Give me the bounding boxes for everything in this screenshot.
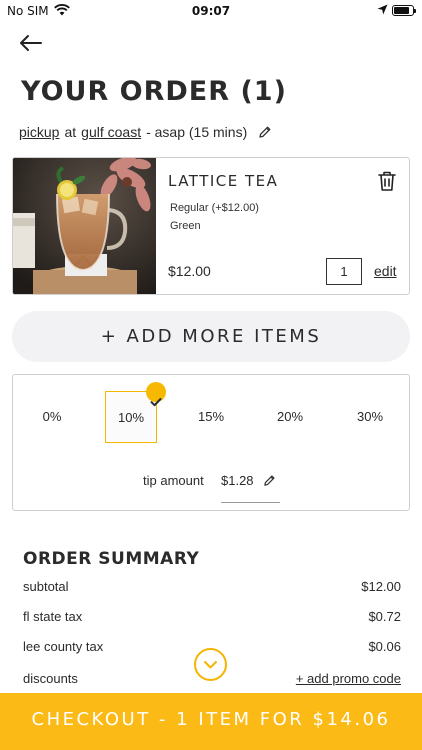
tip-option-20[interactable]: 20%: [264, 391, 316, 443]
order-summary-title: ORDER SUMMARY: [23, 549, 200, 569]
page-title: YOUR ORDER (1): [21, 76, 287, 107]
checkmark-icon: [146, 382, 166, 407]
add-promo-code-link[interactable]: + add promo code: [296, 671, 401, 686]
location-arrow-icon: [377, 4, 388, 18]
fulfillment-method-link[interactable]: pickup: [19, 124, 59, 140]
tip-option-label: 10%: [117, 410, 145, 425]
tip-option-10-selected[interactable]: 10%: [105, 382, 166, 443]
tip-selector: 0% 10% 15% 20% 30% tip amount $1.28: [12, 374, 410, 511]
pencil-icon[interactable]: [258, 125, 272, 139]
summary-label: subtotal: [23, 579, 69, 594]
tip-option-15[interactable]: 15%: [185, 391, 237, 443]
scroll-down-button[interactable]: [194, 648, 227, 681]
summary-label: fl state tax: [23, 609, 83, 624]
cart-item-card: LATTICE TEA Regular (+$12.00) Green $12.…: [12, 157, 410, 295]
fulfillment-connector: at: [64, 124, 77, 140]
battery-icon: [392, 5, 416, 16]
chevron-down-icon: [204, 661, 217, 669]
checkout-button[interactable]: CHECKOUT - 1 ITEM FOR $14.06: [0, 693, 422, 750]
status-bar: No SIM 09:07: [0, 0, 422, 22]
quantity-input[interactable]: 1: [326, 258, 362, 285]
store-location-link[interactable]: gulf coast: [81, 124, 141, 140]
summary-row-state-tax: fl state tax $0.72: [23, 609, 401, 624]
tip-option-0[interactable]: 0%: [26, 391, 78, 443]
clock: 09:07: [191, 4, 231, 18]
item-photo: [13, 158, 156, 294]
pencil-icon[interactable]: [263, 474, 276, 487]
back-button[interactable]: [18, 30, 44, 56]
add-more-items-button[interactable]: + ADD MORE ITEMS: [12, 311, 410, 362]
summary-value: $12.00: [361, 579, 401, 594]
item-option: Green: [170, 220, 201, 232]
edit-item-link[interactable]: edit: [374, 263, 397, 279]
summary-row-subtotal: subtotal $12.00: [23, 579, 401, 594]
trash-icon[interactable]: [377, 170, 397, 192]
item-name: LATTICE TEA: [168, 172, 279, 190]
item-option: Regular (+$12.00): [170, 202, 259, 214]
tip-option-30[interactable]: 30%: [344, 391, 396, 443]
item-price: $12.00: [168, 263, 211, 279]
summary-label: discounts: [23, 671, 78, 686]
summary-value: $0.06: [368, 639, 401, 654]
fulfillment-line: pickup at gulf coast - asap (15 mins): [19, 124, 272, 140]
fulfillment-timing: - asap (15 mins): [146, 124, 248, 140]
tip-amount-label: tip amount: [143, 473, 204, 488]
back-arrow-icon: [20, 35, 42, 51]
summary-label: lee county tax: [23, 639, 104, 654]
summary-value: $0.72: [368, 609, 401, 624]
